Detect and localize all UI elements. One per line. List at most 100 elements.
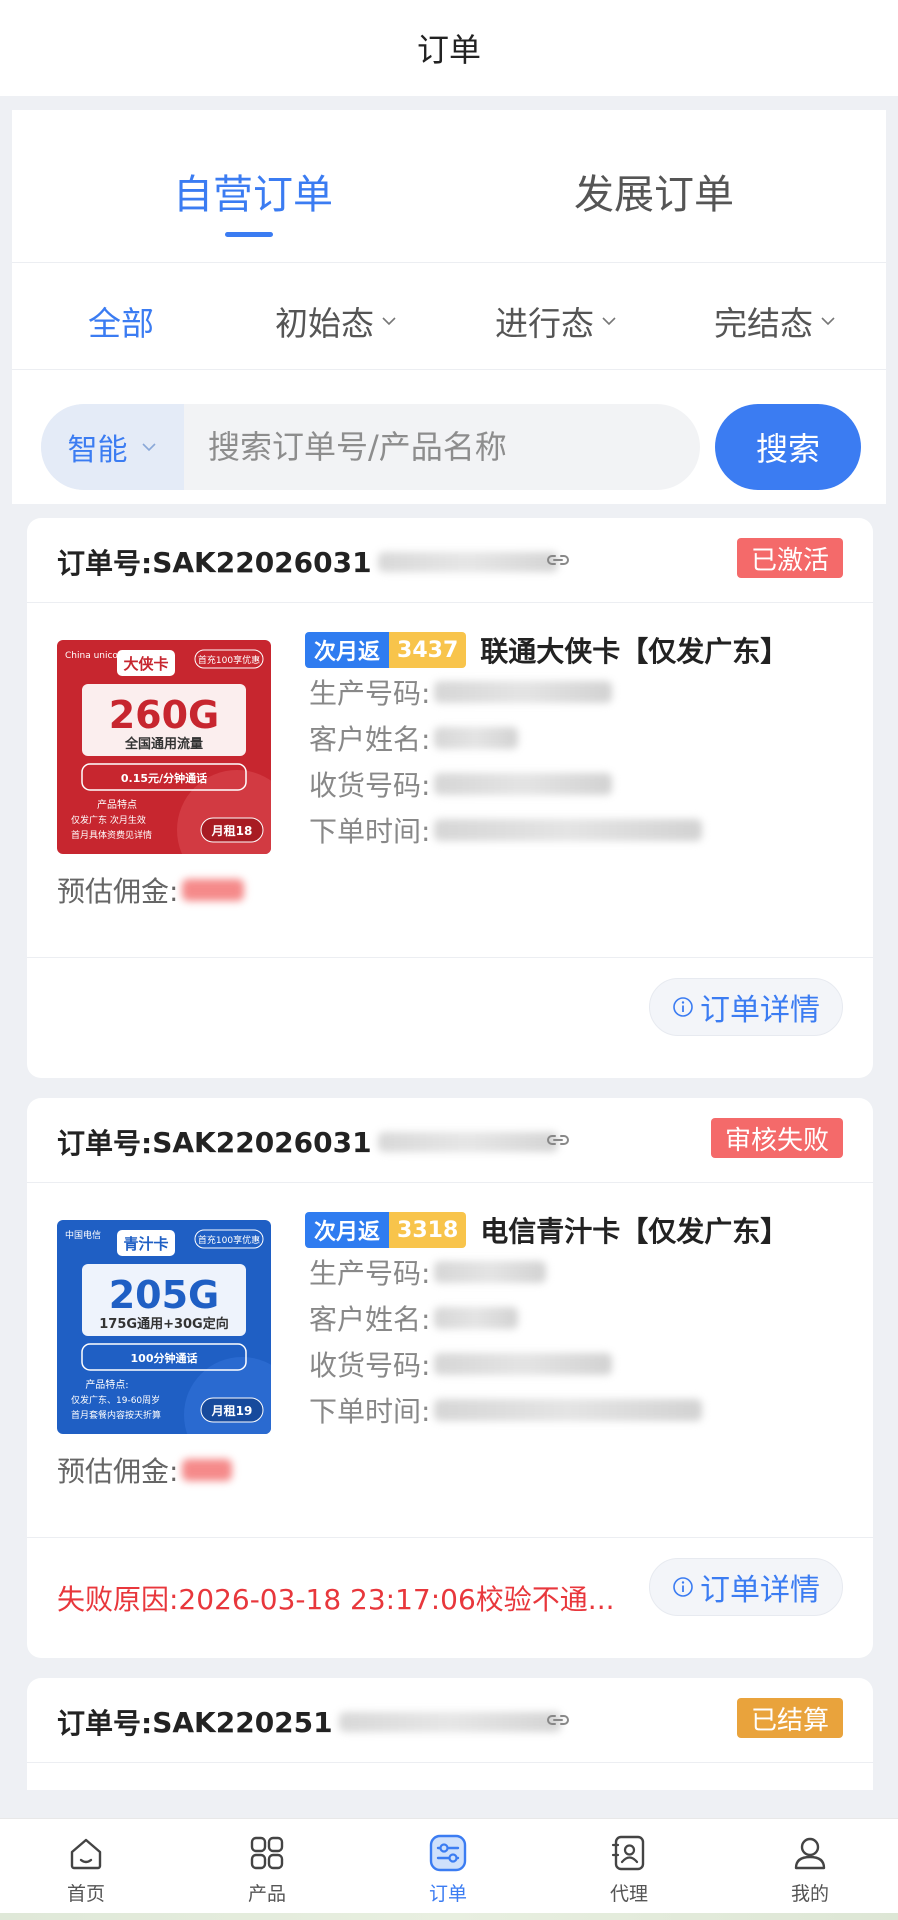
card-call: 0.15元/分钟通话 (121, 771, 207, 785)
agent-icon (611, 1835, 645, 1871)
card-feature: 首月具体资费见详情 (71, 829, 152, 841)
order-detail-button[interactable]: 订单详情 (649, 1558, 843, 1616)
search-mode-select[interactable]: 智能 (41, 404, 184, 490)
field-label: 下单时间: (309, 815, 431, 848)
card-subtitle: 175G通用+30G定向 (99, 1316, 228, 1332)
order-card-header: 订单号: SAK22026031 已激活 (27, 518, 873, 602)
production-number-row: 生产号码: (309, 672, 613, 712)
card-rent: 月租18 (211, 824, 253, 838)
card-volume: 260G (109, 693, 220, 737)
tabbar-label: 代理 (609, 1883, 648, 1905)
tabbar-products[interactable]: 产品 (177, 1819, 357, 1920)
order-card: 订单号: SAK22026031 已激活 China unicom 大侠卡 首充… (27, 518, 873, 1078)
redacted-value (434, 1399, 703, 1421)
order-number: 订单号: SAK22026031 (57, 1122, 558, 1162)
order-detail-button[interactable]: 订单详情 (649, 978, 843, 1036)
card-badge: 首充100享优惠 (198, 654, 260, 666)
copy-link-icon[interactable] (544, 1126, 572, 1154)
filter-all[interactable]: 全部 (88, 297, 154, 345)
status-badge: 已激活 (736, 538, 843, 578)
redacted-value (434, 681, 613, 703)
customer-name-row: 客户姓名: (309, 718, 519, 758)
redacted-value (434, 727, 519, 749)
divider (27, 602, 873, 603)
status-filter-bar: 全部 初始态 进行态 完结态 (12, 263, 886, 369)
redacted-value (434, 773, 613, 795)
copy-link-icon[interactable] (544, 1706, 572, 1734)
search-button[interactable]: 搜索 (715, 404, 861, 490)
tab-development-orders[interactable]: 发展订单 (574, 162, 734, 220)
filter-completed[interactable]: 完结态 (714, 297, 837, 345)
estimated-commission: 预估佣金: (57, 870, 245, 910)
order-card-header: 订单号: SAK220251 已结算 (27, 1678, 873, 1762)
return-amount-tag: 3437 (389, 632, 467, 668)
chevron-down-icon (141, 443, 156, 452)
filter-label: 完结态 (714, 304, 813, 343)
chevron-down-icon (602, 317, 616, 326)
redacted-value (434, 1261, 547, 1283)
order-type-tabs: 自营订单 发展订单 (12, 110, 886, 262)
order-number-label: 订单号: (57, 1127, 153, 1160)
bottom-tab-bar: 首页 产品 订单 代理 我的 (0, 1818, 898, 1920)
search-mode-value: 智能 (67, 433, 128, 468)
redacted-value (434, 819, 703, 841)
card-feature: 仅发广东 次月生效 (71, 814, 146, 826)
tabbar-label: 首页 (66, 1883, 105, 1905)
production-number-row: 生产号码: (309, 1252, 547, 1292)
order-number-value: SAK22026031 (152, 1125, 372, 1159)
card-brand: 大侠卡 (123, 655, 168, 673)
order-detail-label: 订单详情 (700, 993, 820, 1028)
tabbar-mine[interactable]: 我的 (720, 1819, 898, 1920)
commission-label: 预估佣金: (57, 875, 179, 908)
product-name: 联通大侠卡【仅发广东】 (480, 635, 789, 668)
redacted-commission (182, 879, 245, 901)
search-row: 智能 搜索 (12, 370, 886, 504)
order-number: 订单号: SAK22026031 (57, 542, 558, 582)
tabbar-orders[interactable]: 订单 (358, 1819, 538, 1920)
divider (27, 1182, 873, 1183)
redacted-value (434, 1307, 519, 1329)
order-time-row: 下单时间: (309, 1390, 703, 1430)
order-header-panel: 自营订单 发展订单 全部 初始态 进行态 完结态 智能 搜索 (12, 110, 886, 504)
order-number-value: SAK22026031 (152, 545, 372, 579)
product-header: 次月返 3318 电信青汁卡【仅发广东】 (305, 1210, 788, 1250)
product-name: 电信青汁卡【仅发广东】 (480, 1215, 789, 1248)
search-box: 智能 (41, 404, 700, 490)
tabbar-label: 产品 (247, 1883, 286, 1905)
filter-label: 进行态 (495, 304, 594, 343)
order-card: 订单号: SAK22026031 审核失败 中国电信 青汁卡 首充100享优惠 … (27, 1098, 873, 1658)
tabbar-label: 我的 (790, 1883, 829, 1905)
redacted-order-suffix (377, 1132, 558, 1152)
divider (27, 1537, 873, 1538)
filter-initial[interactable]: 初始态 (275, 297, 398, 345)
field-label: 下单时间: (309, 1395, 431, 1428)
return-tag: 次月返 (305, 632, 390, 668)
tabbar-home[interactable]: 首页 (0, 1819, 176, 1920)
info-icon (673, 997, 693, 1017)
status-badge: 审核失败 (710, 1118, 843, 1158)
copy-link-icon[interactable] (544, 546, 572, 574)
search-input[interactable] (184, 404, 700, 490)
card-brand: 青汁卡 (123, 1235, 168, 1253)
order-card: 订单号: SAK220251 已结算 (27, 1678, 873, 1790)
grid-icon (250, 1836, 284, 1870)
order-number-label: 订单号: (57, 1707, 153, 1740)
card-feature: 仅发广东、19-60周岁 (71, 1394, 160, 1406)
field-label: 收货号码: (309, 1349, 431, 1382)
card-badge: 首充100享优惠 (198, 1234, 260, 1246)
tab-self-orders[interactable]: 自营订单 (173, 162, 333, 220)
delivery-number-row: 收货号码: (309, 1344, 613, 1384)
filter-label: 初始态 (275, 304, 374, 343)
status-badge: 已结算 (736, 1698, 843, 1738)
card-volume: 205G (109, 1273, 220, 1317)
redacted-order-suffix (338, 1712, 561, 1732)
filter-in-progress[interactable]: 进行态 (495, 297, 618, 345)
card-call: 100分钟通话 (131, 1351, 198, 1365)
divider (27, 957, 873, 958)
product-card-image: China unicom 大侠卡 首充100享优惠 260G 全国通用流量 0.… (57, 640, 271, 854)
tabbar-agent[interactable]: 代理 (539, 1819, 719, 1920)
chevron-down-icon (821, 317, 835, 326)
return-tag: 次月返 (305, 1212, 390, 1248)
field-label: 客户姓名: (309, 1303, 431, 1336)
card-features-title: 产品特点: (85, 1378, 128, 1391)
